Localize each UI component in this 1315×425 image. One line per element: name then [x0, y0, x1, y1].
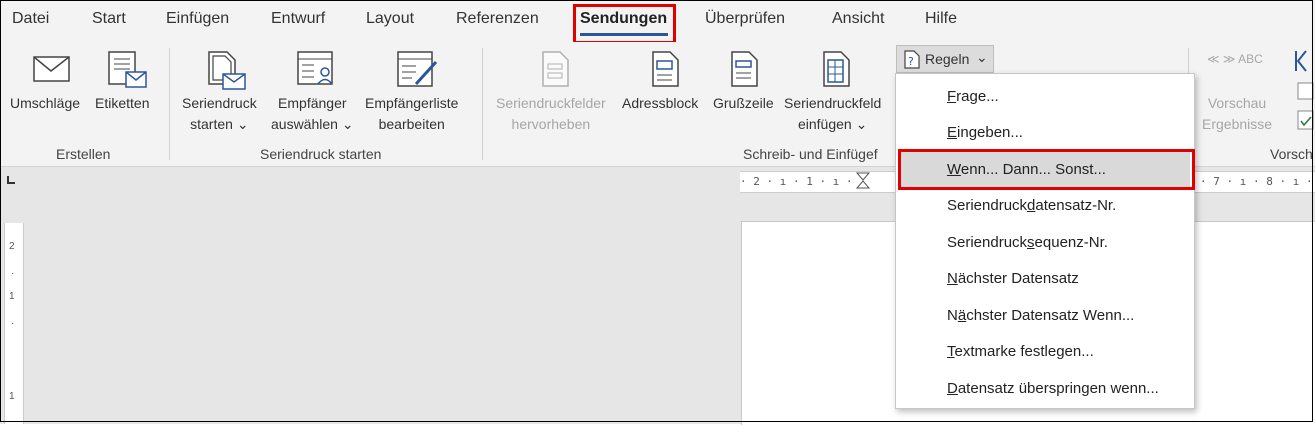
screenshot-border	[0, 0, 1313, 422]
